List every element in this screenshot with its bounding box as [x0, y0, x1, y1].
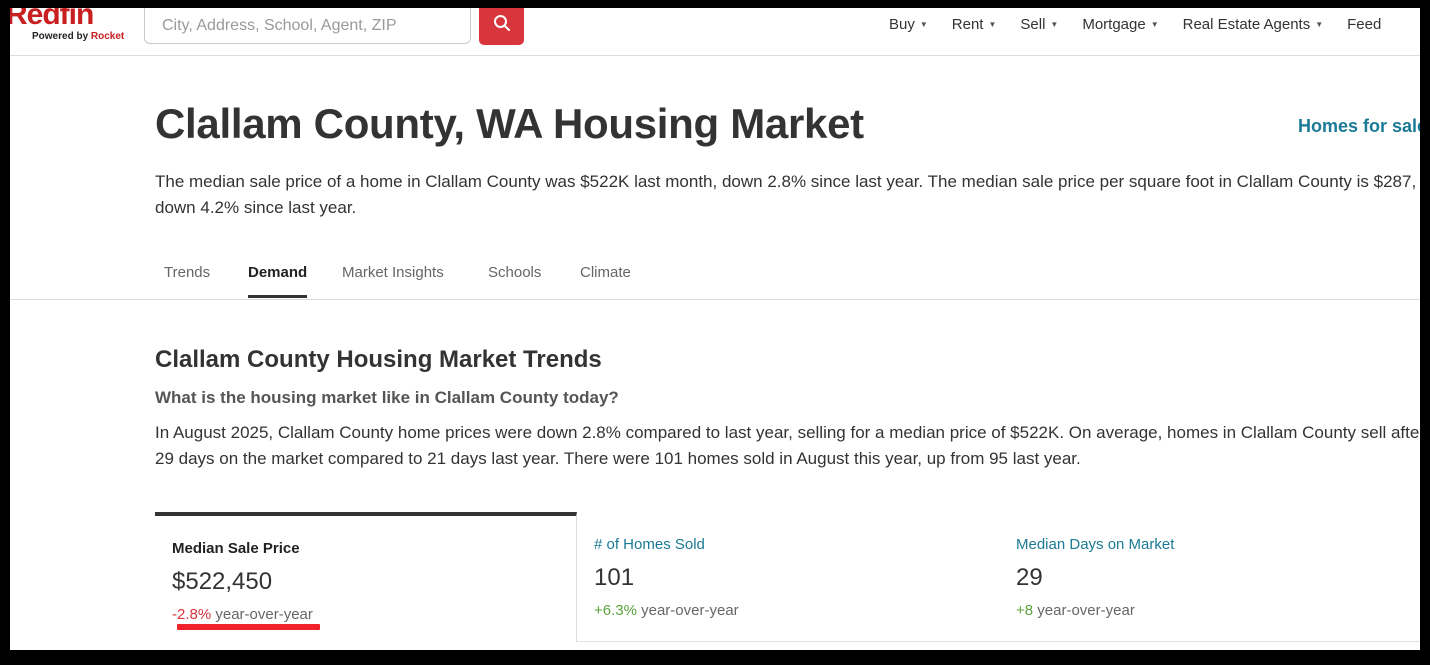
tab-schools[interactable]: Schools — [488, 264, 541, 295]
homes-for-sale-link[interactable]: Homes for sale — [1298, 116, 1420, 137]
logo-tagline-brand: Rocket — [90, 31, 125, 42]
section-title: Clallam County Housing Market Trends — [155, 346, 602, 373]
page-title: Clallam County, WA Housing Market — [155, 100, 864, 147]
tab-market-insights[interactable]: Market Insights — [342, 264, 444, 295]
nav-label: Buy — [889, 16, 915, 33]
nav-label: Real Estate Agents — [1182, 16, 1311, 33]
change-suffix: year-over-year — [215, 606, 313, 623]
nav-feed[interactable]: Feed — [1347, 16, 1381, 33]
change-value: +8 — [1016, 602, 1034, 619]
stat-card-value: $522,450 — [172, 568, 273, 595]
browser-viewport: Redfin Powered by Rocket Buy ▼ Rent ▼ Sell… — [10, 8, 1420, 650]
logo-wordmark: Redfin — [10, 8, 94, 31]
nav-label: Rent — [951, 16, 984, 33]
stat-card-value: 101 — [594, 564, 635, 591]
change-suffix: year-over-year — [641, 602, 739, 619]
main-nav: Buy ▼ Rent ▼ Sell ▼ Mortgage ▼ Real Estate A… — [889, 16, 1381, 33]
stat-card-title: Median Sale Price — [172, 540, 300, 557]
change-value: -2.8% — [172, 606, 212, 623]
annotation-underline — [177, 624, 320, 630]
intro-paragraph: The median sale price of a home in Clall… — [155, 172, 1417, 217]
nav-label: Sell — [1020, 16, 1046, 33]
chevron-down-icon: ▼ — [1315, 20, 1324, 29]
change-suffix: year-over-year — [1037, 602, 1135, 619]
search-button[interactable] — [479, 8, 524, 45]
change-value: +6.3% — [594, 602, 637, 619]
search-input[interactable] — [145, 8, 470, 43]
nav-rent[interactable]: Rent ▼ — [952, 16, 997, 33]
section-question: What is the housing market like in Clall… — [155, 388, 619, 407]
section-answer: In August 2025, Clallam County home pric… — [155, 423, 1420, 468]
nav-mortgage[interactable]: Mortgage ▼ — [1082, 16, 1158, 33]
logo-tagline: Powered by Rocket — [32, 31, 124, 42]
chevron-down-icon: ▼ — [1150, 20, 1159, 29]
nav-real-estate-agents[interactable]: Real Estate Agents ▼ — [1183, 16, 1324, 33]
section-tabs: Trends Demand Market Insights Schools Cl… — [10, 248, 1420, 300]
stat-card-change: -2.8% year-over-year — [172, 606, 313, 623]
nav-buy[interactable]: Buy ▼ — [889, 16, 928, 33]
stat-card-title: # of Homes Sold — [594, 536, 705, 553]
redfin-logo[interactable]: Redfin Powered by Rocket — [10, 8, 130, 44]
nav-sell[interactable]: Sell ▼ — [1020, 16, 1058, 33]
stat-card-median-sale-price[interactable]: Median Sale Price $522,450 -2.8% year-ov… — [155, 512, 577, 642]
chevron-down-icon: ▼ — [919, 20, 928, 29]
search-icon — [493, 14, 510, 31]
stat-card-value: 29 — [1016, 564, 1043, 591]
chevron-down-icon: ▼ — [988, 20, 997, 29]
nav-label: Feed — [1347, 16, 1382, 33]
search-field[interactable] — [144, 8, 471, 44]
stat-card-change: +6.3% year-over-year — [594, 602, 739, 619]
chevron-down-icon: ▼ — [1050, 20, 1059, 29]
site-header: Redfin Powered by Rocket Buy ▼ Rent ▼ Sell… — [10, 8, 1420, 56]
logo-tagline-prefix: Powered by — [32, 31, 91, 42]
tab-climate[interactable]: Climate — [580, 264, 631, 295]
stat-card-homes-sold[interactable]: # of Homes Sold 101 +6.3% year-over-year — [577, 512, 999, 642]
nav-label: Mortgage — [1082, 16, 1146, 33]
stat-card-title: Median Days on Market — [1016, 536, 1175, 553]
stat-card-change: +8 year-over-year — [1016, 602, 1135, 619]
tab-demand[interactable]: Demand — [248, 264, 308, 298]
tab-trends[interactable]: Trends — [164, 264, 210, 295]
stat-card-median-days-on-market[interactable]: Median Days on Market 29 +8 year-over-ye… — [999, 512, 1420, 642]
